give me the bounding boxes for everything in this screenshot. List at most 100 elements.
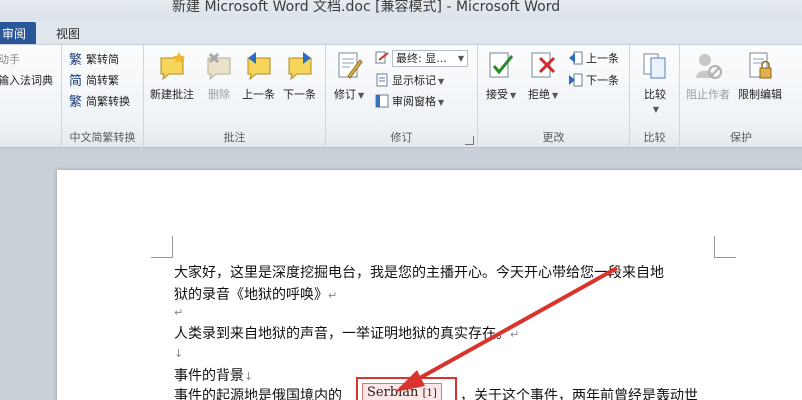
prev-change-label: 上一条 — [586, 52, 619, 65]
line-5-text-start: 事件的起源地是俄国境内的 — [174, 388, 342, 400]
chevron-down-icon: ▼ — [652, 105, 660, 114]
next-comment-label: 下一条 — [283, 88, 316, 101]
crop-mark-top-right — [714, 236, 736, 258]
chevron-down-icon: ▼ — [457, 54, 464, 63]
group-compare: 比较 ▼ 比较 — [630, 45, 680, 148]
simp-to-trad-button[interactable]: 简简转繁 — [68, 72, 119, 90]
display-review-value: 最终: 显... — [396, 52, 447, 65]
new-comment-label: 新建批注 — [150, 88, 194, 101]
window-title: 新建 Microsoft Word 文档.doc [兼容模式] - Micros… — [172, 0, 561, 15]
restrict-editing-icon — [745, 50, 775, 82]
document-page[interactable]: 大家好，这里是深度挖掘电台，我是您的主播开心。今天开心带给您一段来自地 狱的录音… — [57, 170, 802, 400]
document-area: 大家好，这里是深度挖掘电台，我是您的主播开心。今天开心带给您一段来自地 狱的录音… — [0, 148, 802, 400]
delete-comment-icon — [204, 50, 234, 82]
group-chinese-conversion: 繁繁转简 简简转繁 繁简繁转换 中文简繁转换 — [62, 45, 144, 148]
svg-text:简: 简 — [69, 73, 82, 88]
prev-comment-label: 上一条 — [242, 88, 275, 101]
track-changes-dropdown-icon: ▼ — [358, 91, 365, 100]
chinese-convert-label: 简繁转换 — [86, 95, 130, 108]
prev-comment-button[interactable]: 上一条 — [242, 50, 275, 102]
title-bar: 新建 Microsoft Word 文档.doc [兼容模式] - Micros… — [0, 0, 802, 20]
annotation-arrow-icon — [395, 266, 618, 392]
heading-text: 事件的背景 — [174, 368, 244, 384]
next-comment-button[interactable]: 下一条 — [283, 50, 316, 102]
trad-to-simp-label: 繁转简 — [86, 53, 119, 66]
section-heading[interactable]: 事件的背景↓ — [174, 365, 253, 385]
ime-dictionary-label: 输入法词典 — [0, 74, 53, 87]
group-label-tracking: 修订 — [390, 131, 413, 144]
review-pane-icon — [374, 93, 390, 109]
paragraph-line-2[interactable]: 狱的录音《地狱的呼唤》↵ — [174, 284, 337, 304]
group-label-protect: 保护 — [730, 131, 752, 144]
reject-label: 拒绝 — [528, 88, 550, 101]
review-pane-button[interactable]: 审阅窗格 ▼ — [374, 93, 444, 111]
show-markup-icon — [374, 72, 390, 88]
line-2-text: 狱的录音《地狱的呼唤》 — [174, 287, 328, 303]
group-comments: 新建批注 删除 上一条 下一条 批注 — [144, 45, 326, 148]
restrict-editing-button[interactable]: 限制编辑 — [738, 50, 782, 102]
tab-review[interactable]: 审阅 — [0, 22, 36, 44]
next-comment-icon — [285, 50, 315, 82]
handwriting-button[interactable]: 动手 — [0, 51, 20, 69]
track-changes-label: 修订 — [334, 88, 356, 101]
tracking-options-launcher-icon[interactable] — [465, 136, 474, 145]
prev-comment-icon — [244, 50, 274, 82]
delete-comment-label: 删除 — [208, 88, 230, 101]
svg-text:繁: 繁 — [69, 94, 82, 109]
paragraph-mark: ↵ — [174, 306, 184, 319]
compare-button[interactable]: 比较 ▼ — [640, 50, 670, 115]
group-changes: 接受 ▼ 拒绝 ▼ 上一条 下一条 更改 — [478, 45, 630, 148]
group-tracking: 修订 ▼ 最终: 显... ▼ 显示标记 ▼ 审阅窗格 ▼ 修订 — [326, 45, 478, 148]
ime-dictionary-button[interactable]: 输入法词典 — [0, 72, 53, 90]
handwriting-label: 动手 — [0, 53, 20, 66]
show-markup-label: 显示标记 — [392, 74, 436, 87]
new-comment-icon — [157, 50, 187, 82]
line-break-mark: ↓ — [174, 347, 184, 360]
next-change-label: 下一条 — [586, 74, 619, 87]
trad-to-simp-button[interactable]: 繁繁转简 — [68, 51, 119, 69]
block-authors-button[interactable]: 阻止作者 — [686, 50, 730, 102]
prev-change-icon — [568, 50, 584, 66]
display-review-select[interactable]: 最终: 显... ▼ — [392, 50, 468, 67]
group-protect: 阻止作者 限制编辑 保护 — [680, 45, 802, 148]
chevron-down-icon: ▼ — [438, 98, 445, 107]
group-language-cut: 动手 输入法词典 — [0, 45, 62, 148]
trad-to-simp-icon: 繁 — [68, 51, 84, 68]
chinese-convert-icon: 繁 — [68, 93, 84, 110]
review-pane-label: 审阅窗格 — [392, 95, 436, 108]
empty-line-1[interactable]: ↵ — [174, 304, 183, 320]
group-label-comments: 批注 — [223, 131, 246, 144]
simp-to-trad-icon: 简 — [68, 72, 84, 89]
accept-change-button[interactable]: 接受 ▼ — [486, 50, 516, 102]
track-changes-button[interactable]: 修订 ▼ — [334, 50, 364, 102]
paragraph-mark: ↵ — [328, 289, 338, 302]
display-review-icon — [374, 50, 390, 66]
prev-change-button[interactable]: 上一条 — [568, 50, 619, 68]
compare-icon — [640, 50, 670, 82]
block-authors-label: 阻止作者 — [686, 88, 730, 101]
chinese-convert-button[interactable]: 繁简繁转换 — [68, 93, 130, 111]
chevron-down-icon: ▼ — [510, 91, 517, 100]
delete-comment-button[interactable]: 删除 — [204, 50, 234, 102]
simp-to-trad-label: 简转繁 — [86, 74, 119, 87]
accept-label: 接受 — [486, 88, 508, 101]
restrict-editing-label: 限制编辑 — [738, 88, 782, 101]
show-markup-button[interactable]: 显示标记 ▼ — [374, 72, 444, 90]
empty-line-2[interactable]: ↓ — [174, 345, 183, 361]
compare-label: 比较 — [644, 88, 666, 101]
group-label-changes: 更改 — [542, 131, 565, 144]
accept-icon — [486, 50, 516, 82]
group-label-compare: 比较 — [643, 131, 666, 144]
reject-icon — [528, 50, 558, 82]
group-label-chinese: 中文简繁转换 — [69, 131, 136, 144]
display-for-review-dropdown[interactable]: 最终: 显... ▼ — [374, 50, 468, 68]
reject-change-button[interactable]: 拒绝 ▼ — [528, 50, 558, 102]
line-break-mark: ↓ — [244, 370, 254, 383]
next-change-button[interactable]: 下一条 — [568, 72, 619, 90]
tab-view[interactable]: 视图 — [46, 22, 90, 44]
chevron-down-icon: ▼ — [552, 91, 559, 100]
chevron-down-icon: ▼ — [438, 77, 445, 86]
track-changes-icon — [334, 50, 364, 82]
next-change-icon — [568, 72, 584, 88]
new-comment-button[interactable]: 新建批注 — [150, 50, 194, 102]
